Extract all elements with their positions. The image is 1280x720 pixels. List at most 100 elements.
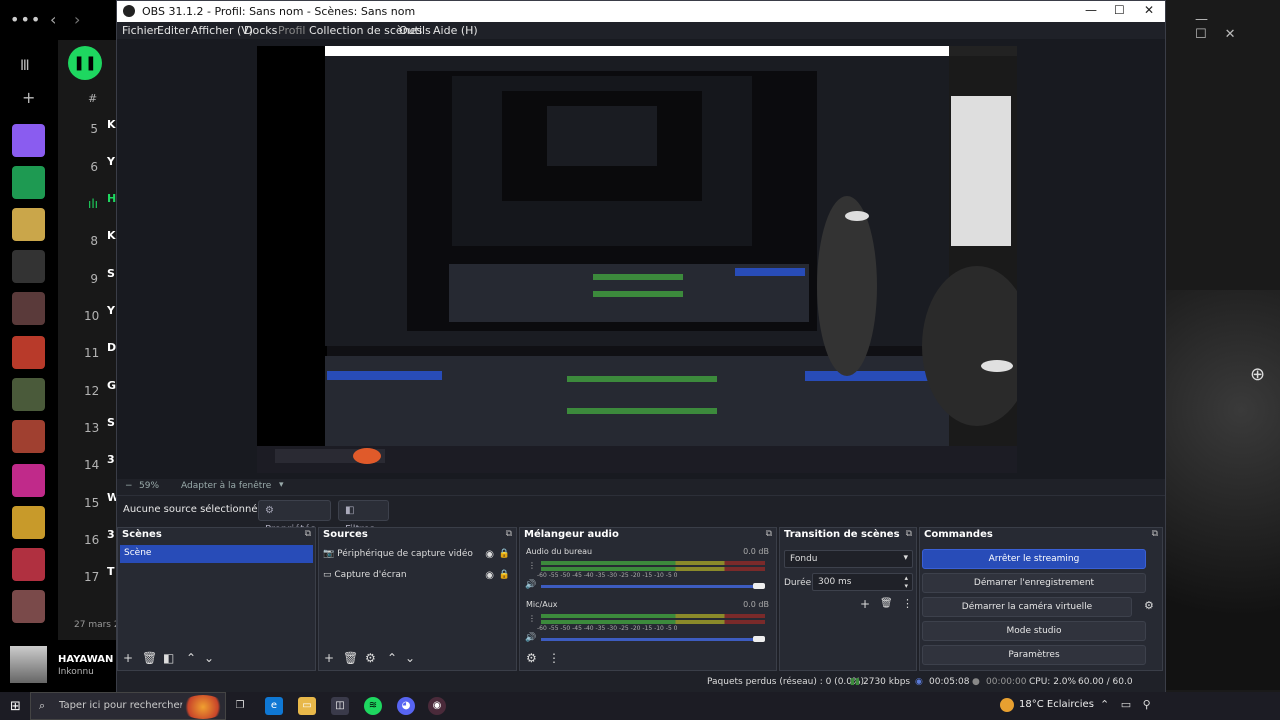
add-icon[interactable]: + bbox=[123, 651, 133, 665]
track-title[interactable]: D bbox=[107, 341, 116, 354]
move-down-icon[interactable]: ⌄ bbox=[204, 651, 214, 665]
track-title[interactable]: S bbox=[107, 416, 115, 429]
eye-icon[interactable]: ◉ bbox=[485, 549, 494, 560]
track-title[interactable]: 3 bbox=[107, 528, 115, 541]
discord-icon[interactable]: ◕ bbox=[397, 697, 415, 715]
taskbar-search[interactable]: ⌕ Taper ici pour rechercher bbox=[30, 692, 226, 720]
title-bar[interactable]: OBS 31.1.2 - Profil: Sans nom - Scènes: … bbox=[117, 1, 1165, 22]
source-item[interactable]: ▭ Capture d'écran ◉ 🔒 bbox=[323, 570, 512, 588]
menu-tools[interactable]: Outils bbox=[399, 24, 431, 37]
undock-icon[interactable]: ⧉ bbox=[766, 529, 772, 539]
start-recording-button[interactable]: Démarrer l'enregistrement bbox=[922, 573, 1146, 593]
duration-spinbox[interactable]: 300 ms ▴ ▾ bbox=[812, 573, 913, 591]
playlist-tile[interactable] bbox=[12, 208, 45, 241]
advanced-audio-icon[interactable]: ⚙ bbox=[526, 651, 537, 665]
filter-icon[interactable]: ◧ bbox=[163, 651, 174, 665]
weather-text[interactable]: 18°C Eclaircies bbox=[1019, 699, 1094, 710]
file-explorer-icon[interactable]: ▭ bbox=[298, 697, 316, 715]
obs-icon[interactable]: ◉ bbox=[428, 697, 446, 715]
filters-button[interactable]: ◧ Filtres bbox=[338, 500, 389, 535]
scene-item[interactable]: Scène bbox=[120, 545, 313, 563]
speaker-icon[interactable]: 🔊 bbox=[525, 633, 536, 643]
settings-button[interactable]: Paramètres bbox=[922, 645, 1146, 665]
menu-dots-icon[interactable]: ••• bbox=[10, 10, 41, 29]
preview-canvas[interactable] bbox=[257, 46, 1017, 473]
volume-slider[interactable] bbox=[541, 638, 763, 641]
playlist-tile[interactable] bbox=[12, 590, 45, 623]
menu-dots-icon[interactable]: ⋮ bbox=[548, 651, 560, 665]
move-up-icon[interactable]: ⌃ bbox=[186, 651, 196, 665]
spotify-icon[interactable]: ≋ bbox=[364, 697, 382, 715]
move-up-icon[interactable]: ⌃ bbox=[387, 651, 397, 665]
studio-mode-button[interactable]: Mode studio bbox=[922, 621, 1146, 641]
menu-edit[interactable]: Editer bbox=[157, 24, 190, 37]
gear-icon[interactable]: ⚙ bbox=[1144, 599, 1154, 612]
playlist-tile[interactable] bbox=[12, 548, 45, 581]
track-title[interactable]: H bbox=[107, 192, 116, 205]
preview-area[interactable] bbox=[117, 39, 1165, 479]
add-icon[interactable]: + bbox=[22, 88, 35, 107]
maximize-button[interactable]: ☐ bbox=[1114, 3, 1125, 17]
menu-profile[interactable]: Profil bbox=[278, 24, 305, 37]
channel-menu-icon[interactable]: ⋮ bbox=[528, 561, 536, 570]
task-view-icon[interactable]: ❐ bbox=[231, 697, 249, 715]
playlist-tile[interactable] bbox=[12, 336, 45, 369]
undock-icon[interactable]: ⧉ bbox=[305, 529, 311, 539]
add-icon[interactable]: + bbox=[324, 651, 334, 665]
spin-arrows-icon[interactable]: ▴ ▾ bbox=[904, 574, 908, 590]
system-tray-icons[interactable]: ⌃ ▭ ⚲ bbox=[1100, 698, 1155, 711]
menu-dots-icon[interactable]: ⋮ bbox=[902, 597, 913, 610]
playlist-tile[interactable] bbox=[12, 420, 45, 453]
trash-icon[interactable]: 🗑 bbox=[343, 651, 358, 665]
zoom-fit-select[interactable]: Adapter à la fenêtre bbox=[181, 481, 271, 491]
lock-icon[interactable]: 🔒 bbox=[499, 570, 510, 580]
playlist-tile[interactable] bbox=[12, 250, 45, 283]
undock-icon[interactable]: ⧉ bbox=[506, 529, 512, 539]
now-playing-title[interactable]: HAYAWAN bbox=[58, 654, 113, 665]
track-title[interactable]: K bbox=[107, 229, 116, 242]
play-pause-button[interactable]: ❚❚ bbox=[68, 46, 102, 80]
volume-slider-handle[interactable] bbox=[753, 636, 765, 642]
undock-icon[interactable]: ⧉ bbox=[906, 529, 912, 539]
saved-episodes-tile[interactable] bbox=[12, 166, 45, 199]
playlist-tile[interactable] bbox=[12, 292, 45, 325]
move-down-icon[interactable]: ⌄ bbox=[405, 651, 415, 665]
menu-docks[interactable]: Docks bbox=[244, 24, 277, 37]
channel-menu-icon[interactable]: ⋮ bbox=[528, 614, 536, 623]
track-title[interactable]: K bbox=[107, 118, 116, 131]
liked-songs-tile[interactable] bbox=[12, 124, 45, 157]
properties-button[interactable]: ⚙ Propriétés bbox=[258, 500, 331, 535]
start-virtual-camera-button[interactable]: Démarrer la caméra virtuelle bbox=[922, 597, 1132, 617]
menu-help[interactable]: Aide (H) bbox=[433, 24, 478, 37]
now-playing-artist[interactable]: Inkonnu bbox=[58, 667, 94, 677]
trash-icon[interactable]: 🗑 bbox=[142, 651, 157, 665]
volume-slider[interactable] bbox=[541, 585, 763, 588]
track-title[interactable]: Y bbox=[107, 304, 115, 317]
album-art[interactable] bbox=[10, 646, 47, 683]
menu-file[interactable]: Fichier bbox=[122, 24, 158, 37]
gear-icon[interactable]: ⚙ bbox=[365, 651, 376, 665]
store-icon[interactable]: ◫ bbox=[331, 697, 349, 715]
back-arrow-icon[interactable]: ‹ bbox=[50, 10, 56, 29]
undock-icon[interactable]: ⧉ bbox=[1152, 529, 1158, 539]
library-icon[interactable]: Ⅲ bbox=[20, 58, 30, 74]
close-button[interactable]: ✕ bbox=[1144, 3, 1154, 17]
spotify-window-controls[interactable]: —☐✕ bbox=[1195, 12, 1280, 42]
track-title[interactable]: S bbox=[107, 267, 115, 280]
playlist-tile[interactable] bbox=[12, 506, 45, 539]
stop-streaming-button[interactable]: Arrêter le streaming bbox=[922, 549, 1146, 569]
plus-circle-icon[interactable]: ⊕ bbox=[1250, 364, 1265, 385]
windows-start-icon[interactable]: ⊞ bbox=[10, 699, 21, 714]
speaker-icon[interactable]: 🔊 bbox=[525, 580, 536, 590]
lock-icon[interactable]: 🔒 bbox=[499, 549, 510, 559]
forward-arrow-icon[interactable]: › bbox=[74, 10, 80, 29]
add-icon[interactable]: + bbox=[860, 597, 870, 611]
trash-icon[interactable]: 🗑 bbox=[880, 598, 893, 609]
edge-icon[interactable]: e bbox=[265, 697, 283, 715]
playlist-tile[interactable] bbox=[12, 378, 45, 411]
zoom-minus-icon[interactable]: − bbox=[125, 481, 133, 491]
playlist-tile[interactable] bbox=[12, 464, 45, 497]
track-title[interactable]: T bbox=[107, 565, 115, 578]
minimize-button[interactable]: — bbox=[1085, 3, 1097, 17]
track-title[interactable]: Y bbox=[107, 155, 115, 168]
